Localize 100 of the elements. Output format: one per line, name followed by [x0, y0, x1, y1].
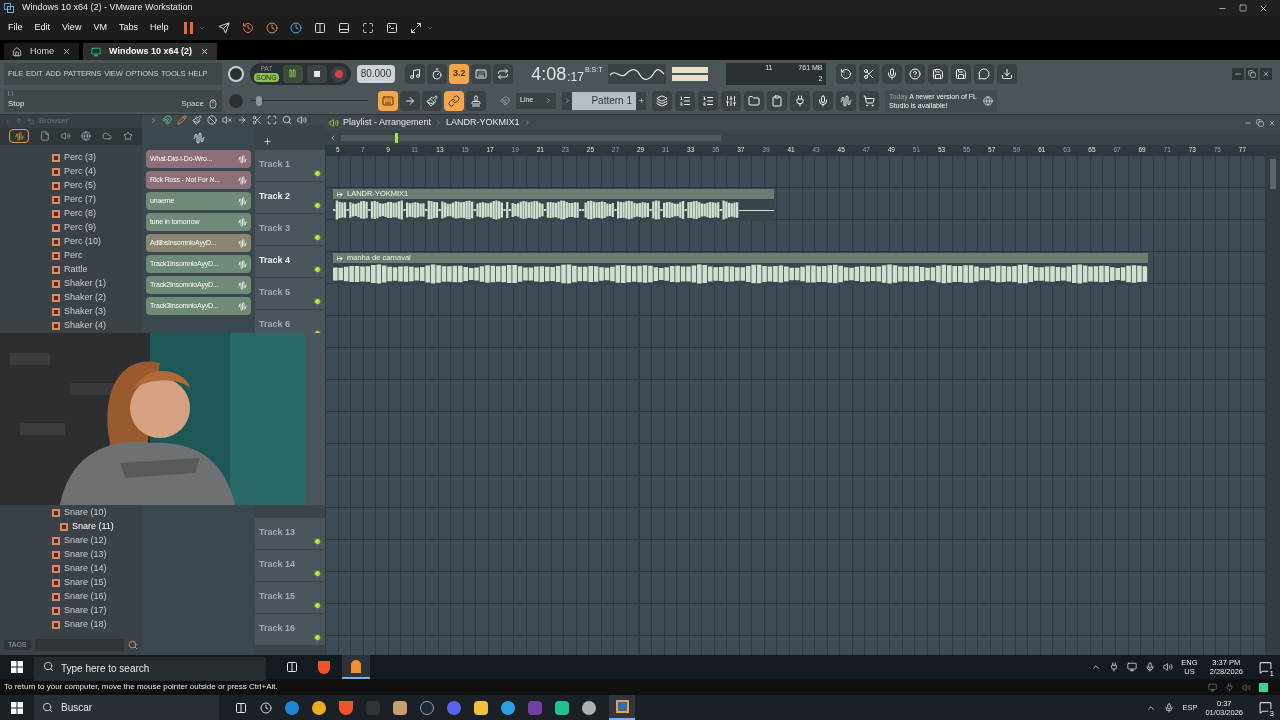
app-icon[interactable]	[474, 700, 488, 715]
app-icon[interactable]	[393, 700, 407, 715]
keyboard-button[interactable]	[378, 90, 398, 111]
snapshot-icon[interactable]	[242, 22, 255, 34]
track-switch-icon[interactable]	[314, 298, 321, 305]
sidebar-icon[interactable]	[314, 22, 327, 34]
mixer-icon[interactable]	[725, 94, 737, 107]
app-icon[interactable]	[555, 700, 569, 715]
browser-item[interactable]: Perc (4)	[0, 165, 142, 179]
zoom-icon[interactable]	[282, 115, 292, 125]
close-icon[interactable]	[1268, 118, 1276, 127]
tempo-field[interactable]: 80.000	[356, 64, 396, 83]
metronome-button[interactable]	[405, 63, 426, 84]
browser-item[interactable]: Snare (15)	[0, 576, 142, 590]
timer-button[interactable]	[427, 63, 448, 84]
scissors-icon[interactable]	[863, 67, 876, 80]
clipboard-icon[interactable]	[771, 94, 783, 107]
paint-icon[interactable]	[192, 115, 202, 125]
menu-item[interactable]: Tabs	[118, 21, 138, 35]
track-header[interactable]: Track 2	[255, 182, 325, 214]
browser-item[interactable]: Snare (11)	[0, 520, 142, 534]
menu-item[interactable]: Edit	[34, 21, 51, 35]
globe-icon[interactable]	[81, 131, 92, 142]
record-button[interactable]	[330, 65, 347, 82]
microphone-icon[interactable]	[1145, 662, 1156, 672]
pause-icon[interactable]	[184, 22, 195, 34]
waveform-icon[interactable]	[14, 131, 24, 141]
browser-item[interactable]: Shaker (2)	[0, 291, 142, 305]
cart-icon[interactable]	[863, 94, 875, 107]
app-button[interactable]	[609, 695, 635, 720]
browser-item[interactable]: Rattle	[0, 263, 142, 277]
app-icon[interactable]	[312, 700, 326, 715]
browser-item[interactable]: Snare (13)	[0, 548, 142, 562]
close-icon[interactable]	[199, 47, 209, 56]
track-header[interactable]: Track 6	[255, 310, 325, 333]
browser-item[interactable]: Shaker (4)	[0, 319, 142, 333]
browser-item[interactable]: Perc (5)	[0, 179, 142, 193]
delete-icon[interactable]	[207, 115, 217, 125]
undo-icon[interactable]	[840, 67, 853, 80]
track-switch-icon[interactable]	[314, 266, 321, 273]
app-icon[interactable]	[501, 700, 515, 715]
pencil-icon[interactable]	[177, 115, 187, 125]
pattern-selector[interactable]: Pattern 1	[572, 91, 636, 110]
track-switch-icon[interactable]	[314, 634, 321, 641]
pitch-slider[interactable]	[250, 95, 368, 106]
device-icon[interactable]	[1225, 682, 1234, 692]
browser-item[interactable]: Perc (9)	[0, 221, 142, 235]
console-icon[interactable]	[386, 22, 399, 34]
close-icon[interactable]	[1259, 3, 1268, 13]
track-switch-icon[interactable]	[314, 170, 321, 177]
browser-item[interactable]: Shaker (1)	[0, 277, 142, 291]
notification-icon[interactable]	[1259, 701, 1272, 714]
pause-button[interactable]	[282, 64, 303, 83]
globe-icon[interactable]	[983, 95, 993, 106]
browser-item[interactable]: Snare (18)	[0, 618, 142, 632]
arrow-button[interactable]	[400, 90, 420, 111]
app-icon[interactable]	[420, 700, 434, 715]
search-icon[interactable]	[128, 640, 138, 650]
task-view-icon[interactable]	[235, 701, 247, 714]
vm-tab[interactable]: Home	[4, 43, 79, 60]
browser-item[interactable]: Snare (10)	[0, 506, 142, 520]
browser-item[interactable]: Perc (3)	[0, 151, 142, 165]
star-icon[interactable]	[122, 131, 133, 142]
stamp-button[interactable]	[466, 90, 486, 111]
save-as-icon[interactable]	[955, 67, 968, 80]
app-button[interactable]	[342, 655, 370, 679]
task-view-icon[interactable]	[286, 661, 298, 673]
menu-item[interactable]: File	[8, 21, 23, 35]
browser-item[interactable]: Snare (17)	[0, 604, 142, 618]
link-button[interactable]	[444, 90, 464, 111]
browser-item[interactable]: Perc (8)	[0, 207, 142, 221]
track-header[interactable]: Track 4	[255, 246, 325, 278]
menu-item[interactable]: Help	[149, 21, 169, 35]
browser-item[interactable]: Snare (14)	[0, 562, 142, 576]
previous-icon[interactable]	[563, 97, 571, 105]
audio-icon[interactable]	[840, 94, 852, 107]
close-icon[interactable]	[1262, 69, 1270, 78]
microphone-icon[interactable]	[886, 67, 899, 80]
menu-item[interactable]: VM	[93, 21, 107, 35]
search-field[interactable]: Buscar	[34, 695, 219, 720]
overview-scrollbar[interactable]	[341, 134, 721, 141]
app-icon[interactable]	[339, 700, 353, 715]
app-icon[interactable]	[582, 700, 596, 715]
browser-item[interactable]: Shaker (3)	[0, 305, 142, 319]
brush-button[interactable]	[422, 90, 442, 111]
expand-icon[interactable]	[150, 116, 157, 124]
chat-icon[interactable]	[978, 67, 991, 80]
thumbnail-bar-icon[interactable]	[338, 22, 351, 34]
browser-item[interactable]: Snare (12)	[0, 534, 142, 548]
maximize-icon[interactable]	[1239, 3, 1247, 12]
chevron-up-icon[interactable]	[1091, 662, 1102, 672]
track-switch-icon[interactable]	[314, 538, 321, 545]
audio-clip-icon[interactable]	[192, 131, 205, 144]
save-icon[interactable]	[932, 67, 945, 80]
mute-icon[interactable]	[222, 115, 232, 125]
notification-icon[interactable]	[1259, 660, 1272, 674]
volume-icon[interactable]	[1163, 662, 1174, 672]
keyboard-button[interactable]	[471, 63, 492, 84]
plugin-icon[interactable]	[794, 94, 806, 107]
select-icon[interactable]	[267, 115, 277, 125]
